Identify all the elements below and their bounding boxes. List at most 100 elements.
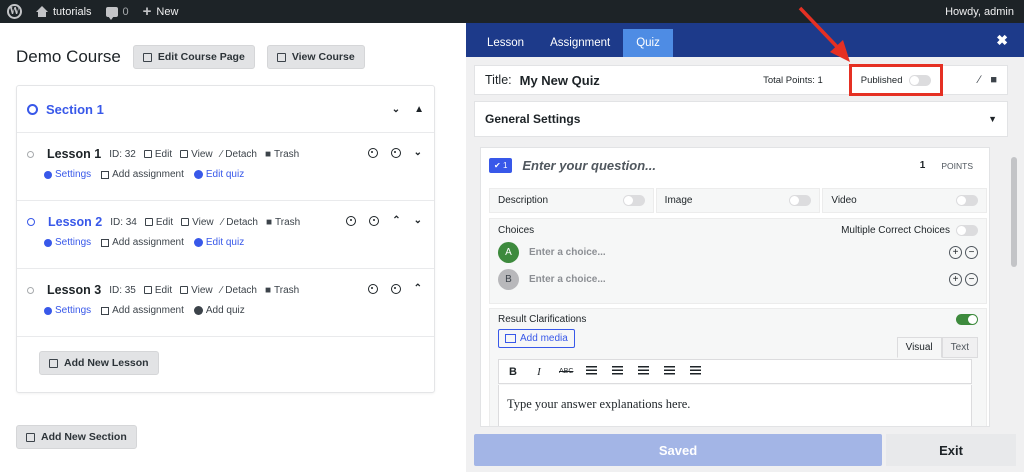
quiz-label: Edit quiz <box>205 169 245 180</box>
numbered-list-button[interactable] <box>611 365 623 378</box>
section-title[interactable]: Section 1 <box>46 102 104 117</box>
edit-quiz-link[interactable]: Edit quiz <box>193 237 244 248</box>
view-course-button[interactable]: View Course <box>266 45 365 69</box>
account-menu[interactable]: Howdy, admin <box>938 0 1024 23</box>
lesson-settings-link[interactable]: Settings <box>44 305 91 316</box>
lesson-view-link[interactable]: View <box>181 217 214 228</box>
minus-icon[interactable]: − <box>965 246 978 259</box>
strikethrough-button[interactable]: ABC <box>559 368 573 375</box>
question-points[interactable]: 1 <box>920 160 926 171</box>
lesson-settings-link[interactable]: Settings <box>44 237 91 248</box>
total-points: Total Points: 1 <box>763 74 823 86</box>
question-card: ✔ 1 Enter your question... 1 POINTS Desc… <box>480 147 990 427</box>
lesson-edit-link[interactable]: Edit <box>144 217 173 228</box>
lesson-trash-link[interactable]: ■ Trash <box>266 217 300 228</box>
add-quiz-link[interactable]: Add quiz <box>193 305 245 316</box>
checkbox-icon <box>101 170 110 179</box>
move-down-icon[interactable] <box>369 215 380 226</box>
align-right-button[interactable] <box>689 365 701 378</box>
video-toggle[interactable] <box>956 195 979 206</box>
quiz-title-input[interactable]: My New Quiz <box>520 73 600 88</box>
add-new-lesson-label: Add New Lesson <box>64 357 149 369</box>
choice-letter-badge[interactable]: B <box>498 269 519 290</box>
tab-visual[interactable]: Visual <box>896 337 942 358</box>
lesson-settings-link[interactable]: Settings <box>44 169 91 180</box>
move-up-icon[interactable] <box>367 147 378 158</box>
lesson-controls: ⌃ <box>367 283 422 294</box>
result-clarifications-label: Result Clarifications <box>498 314 587 325</box>
chevron-down-icon[interactable]: ⌄ <box>392 104 400 115</box>
lesson-edit-link[interactable]: Edit <box>143 285 172 296</box>
add-assignment-link[interactable]: Add assignment <box>101 237 184 248</box>
question-input[interactable]: Enter your question... <box>522 158 656 173</box>
move-down-icon[interactable] <box>390 147 401 158</box>
edit-course-page-button[interactable]: Edit Course Page <box>132 45 255 69</box>
lesson-edit-link[interactable]: Edit <box>143 149 172 160</box>
lesson-title[interactable]: Lesson 3 <box>47 283 101 297</box>
result-clarifications-toggle[interactable] <box>956 314 978 325</box>
caret-down-icon: ▼ <box>988 114 997 124</box>
tab-quiz[interactable]: Quiz <box>623 29 673 57</box>
choice-letter-badge[interactable]: A <box>498 242 519 263</box>
image-toggle[interactable] <box>789 195 812 206</box>
lesson-view-link[interactable]: View <box>180 285 213 296</box>
collapse-up-icon[interactable]: ▲ <box>414 104 424 115</box>
align-center-button[interactable] <box>663 365 675 378</box>
lesson-title[interactable]: Lesson 2 <box>48 215 102 229</box>
add-new-section-button[interactable]: Add New Section <box>16 425 137 449</box>
lesson-detach-link[interactable]: ∕ Detach <box>221 285 257 296</box>
comments-link[interactable]: 0 <box>99 0 136 23</box>
question-number: 1 <box>502 161 508 170</box>
multiple-correct-toggle[interactable] <box>956 225 978 236</box>
add-new-lesson-button[interactable]: Add New Lesson <box>39 351 159 375</box>
lesson-trash-link[interactable]: ■ Trash <box>265 149 299 160</box>
chevron-up-icon[interactable]: ⌃ <box>414 283 422 294</box>
lesson-detach-link[interactable]: ∕ Detach <box>222 217 258 228</box>
section-header[interactable]: Section 1 ⌄ ▲ <box>17 86 434 133</box>
description-toggle[interactable] <box>622 195 645 206</box>
bold-button[interactable]: B <box>507 366 519 378</box>
lesson-title[interactable]: Lesson 1 <box>47 147 101 161</box>
plus-icon[interactable]: + <box>949 246 962 259</box>
unlink-icon: ∕ <box>221 216 224 228</box>
choice-input[interactable]: Enter a choice... <box>529 274 606 285</box>
editor-toolbar: B I ABC <box>498 359 972 384</box>
chevron-down-icon[interactable]: ⌄ <box>414 147 422 158</box>
edit-quiz-link[interactable]: Edit quiz <box>193 169 245 180</box>
question-number-badge[interactable]: ✔ 1 <box>489 158 513 173</box>
tab-lesson[interactable]: Lesson <box>474 29 537 57</box>
move-up-icon[interactable] <box>367 283 378 294</box>
unlink-icon[interactable]: ∕ <box>979 74 981 86</box>
answer-explanation-editor[interactable]: Type your answer explanations here. <box>498 385 972 426</box>
wordpress-menu[interactable]: W <box>0 0 29 23</box>
lesson-trash-link[interactable]: ■ Trash <box>265 285 299 296</box>
tab-assignment[interactable]: Assignment <box>537 29 623 57</box>
exit-button[interactable]: Exit <box>886 434 1016 466</box>
lesson-view-link[interactable]: View <box>180 149 213 160</box>
lesson-detach-link[interactable]: ∕ Detach <box>221 149 257 160</box>
chevron-up-icon[interactable]: ⌃ <box>392 215 400 226</box>
general-settings-header[interactable]: General Settings ▼ <box>474 101 1008 137</box>
vertical-scrollbar[interactable] <box>1010 147 1018 447</box>
scrollbar-thumb[interactable] <box>1011 157 1017 267</box>
site-name-link[interactable]: tutorials <box>29 0 99 23</box>
question-icon <box>193 306 203 315</box>
move-up-icon[interactable] <box>346 215 357 226</box>
close-icon[interactable]: ✖ <box>996 32 1008 49</box>
italic-button[interactable]: I <box>533 366 545 378</box>
minus-icon[interactable]: − <box>965 273 978 286</box>
plus-icon[interactable]: + <box>949 273 962 286</box>
bullet-list-button[interactable] <box>585 365 597 378</box>
tab-text[interactable]: Text <box>941 337 978 358</box>
add-assignment-link[interactable]: Add assignment <box>101 169 184 180</box>
trash-icon[interactable]: ■ <box>990 74 997 86</box>
chevron-down-icon[interactable]: ⌄ <box>414 215 422 226</box>
add-assignment-link[interactable]: Add assignment <box>101 305 184 316</box>
choice-input[interactable]: Enter a choice... <box>529 247 606 258</box>
saved-button[interactable]: Saved <box>474 434 882 466</box>
new-content-link[interactable]: + New <box>136 0 186 23</box>
add-media-button[interactable]: Add media <box>498 329 575 348</box>
published-toggle[interactable] <box>908 74 931 86</box>
move-down-icon[interactable] <box>390 283 401 294</box>
align-left-button[interactable] <box>637 365 649 378</box>
